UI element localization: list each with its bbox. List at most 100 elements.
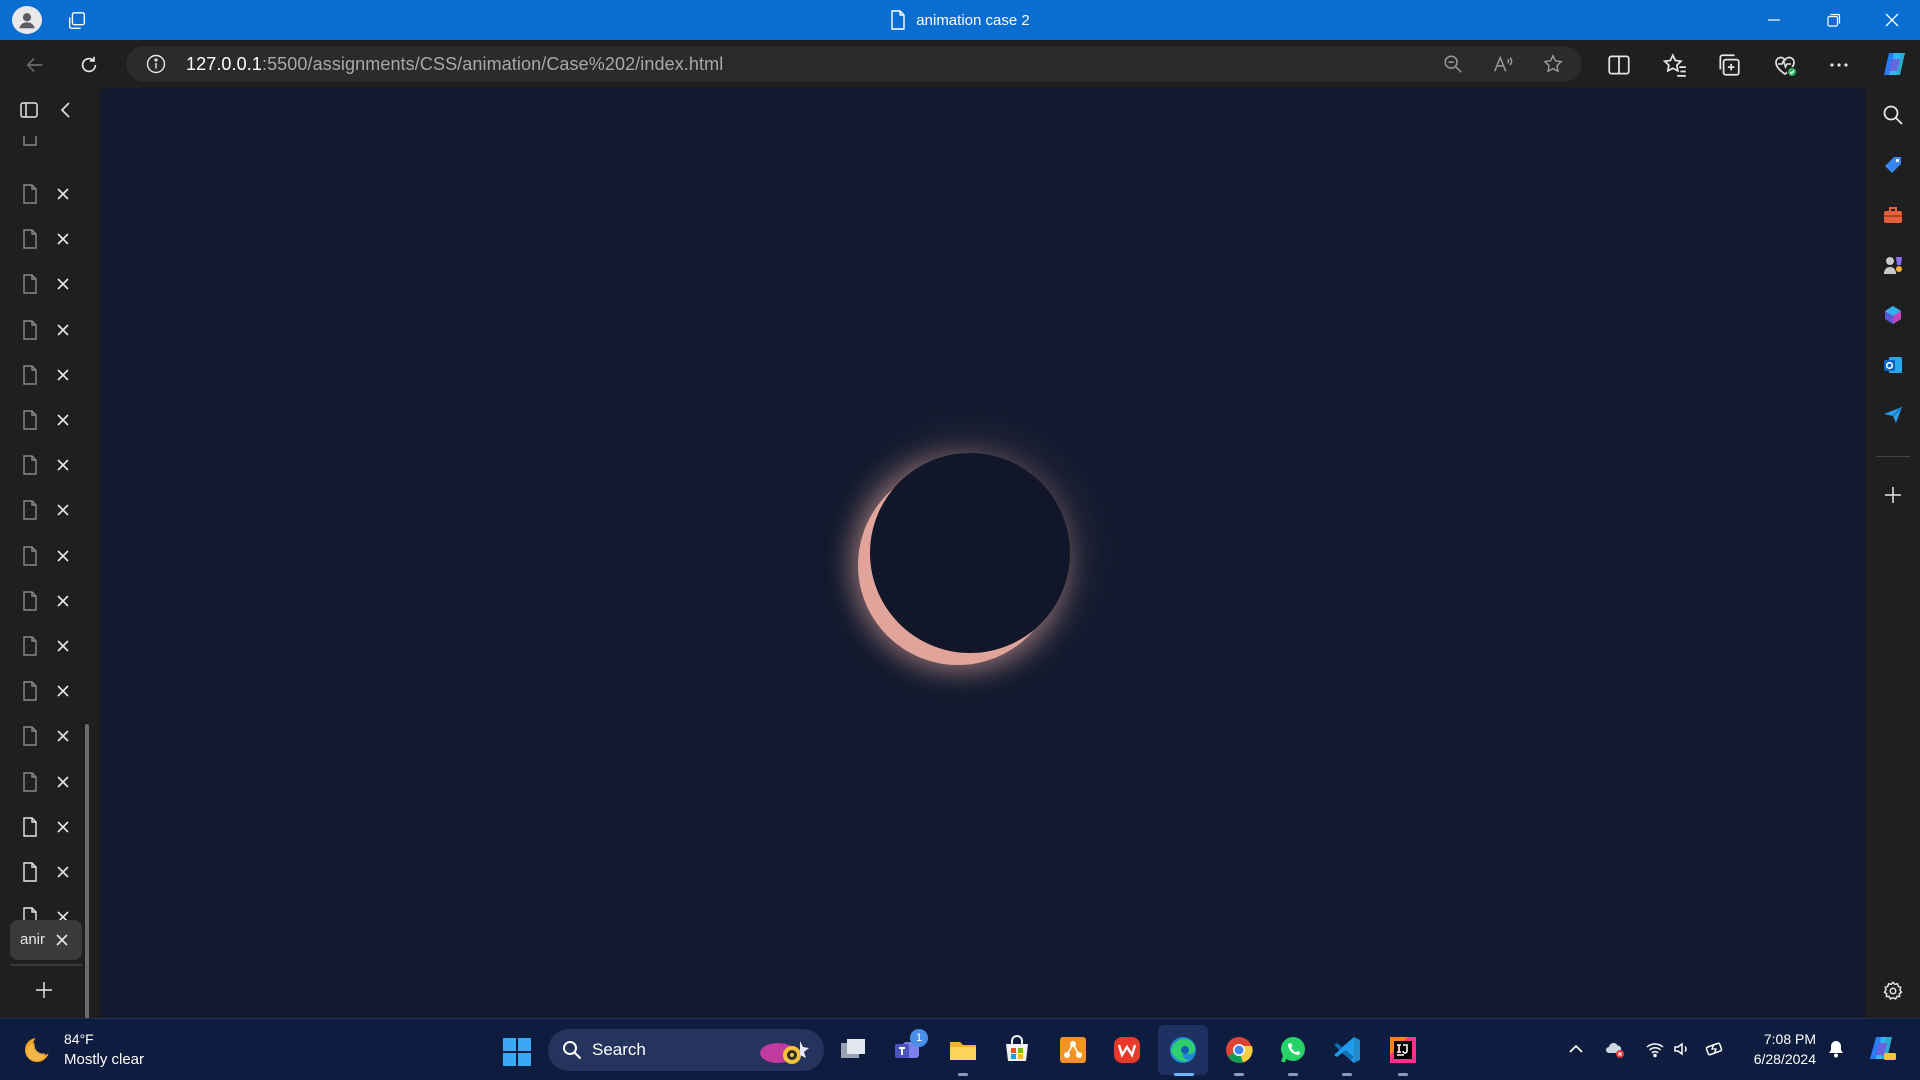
tab-row[interactable]	[12, 852, 84, 892]
close-tab-icon[interactable]	[55, 638, 71, 654]
copilot-icon[interactable]	[1880, 49, 1910, 79]
url-path: :5500/assignments/CSS/animation/Case%202…	[261, 54, 724, 74]
tab-row[interactable]	[12, 807, 84, 847]
tab-row[interactable]	[12, 400, 84, 440]
restore-button[interactable]	[1806, 0, 1862, 40]
close-tab-icon[interactable]	[55, 593, 71, 609]
search-icon[interactable]	[1882, 104, 1904, 126]
copilot-preview-icon[interactable]	[1866, 1033, 1898, 1065]
tab-row[interactable]	[12, 762, 84, 802]
volume-icon[interactable]	[1672, 1039, 1692, 1059]
intellij-app[interactable]	[1386, 1033, 1420, 1067]
url-text[interactable]: 127.0.0.1:5500/assignments/CSS/animation…	[186, 46, 723, 82]
minimize-button[interactable]	[1746, 0, 1802, 40]
whatsapp-app[interactable]	[1276, 1033, 1310, 1067]
task-view-button[interactable]	[836, 1033, 870, 1067]
close-tab-icon[interactable]	[55, 412, 71, 428]
refresh-button[interactable]	[72, 48, 106, 82]
info-icon[interactable]	[146, 54, 166, 74]
tab-actions-icon[interactable]	[19, 100, 39, 120]
active-tab[interactable]: anir	[10, 920, 82, 960]
weather-condition: Mostly clear	[64, 1051, 145, 1068]
vscode-app[interactable]	[1330, 1033, 1364, 1067]
games-icon[interactable]	[1882, 254, 1904, 276]
tab-row[interactable]	[12, 174, 84, 214]
show-hidden-icons-icon[interactable]	[1566, 1039, 1586, 1059]
more-icon[interactable]	[1826, 52, 1852, 78]
windows-taskbar: 84°F Mostly clear Search 1 7:08 PM 6/28/…	[0, 1018, 1920, 1080]
tabs-scrollbar[interactable]	[85, 724, 89, 1044]
tab-row[interactable]	[12, 536, 84, 576]
start-button[interactable]	[502, 1037, 532, 1067]
network-app[interactable]	[1056, 1033, 1090, 1067]
page-icon	[23, 636, 37, 656]
microsoft-store-app[interactable]	[1000, 1033, 1034, 1067]
search-highlight-icon	[760, 1041, 809, 1064]
search-icon	[563, 1041, 582, 1060]
microsoft-365-icon[interactable]	[1882, 304, 1904, 326]
close-tab-icon[interactable]	[55, 728, 71, 744]
running-indicator	[1342, 1073, 1352, 1076]
close-tab-icon[interactable]	[55, 186, 71, 202]
page-icon	[23, 136, 37, 146]
close-tab-icon[interactable]	[55, 774, 71, 790]
split-screen-icon[interactable]	[1606, 52, 1632, 78]
tab-row[interactable]	[12, 310, 84, 350]
close-tab-icon[interactable]	[55, 276, 71, 292]
folder-icon	[950, 1042, 976, 1060]
tab-row[interactable]	[12, 355, 84, 395]
close-tab-icon[interactable]	[54, 932, 70, 948]
address-bar[interactable]: 127.0.0.1:5500/assignments/CSS/animation…	[126, 46, 1582, 82]
chrome-app[interactable]	[1222, 1033, 1256, 1067]
read-aloud-icon[interactable]	[1492, 53, 1514, 75]
page-icon	[23, 771, 37, 792]
close-tab-icon[interactable]	[55, 548, 71, 564]
tab-row[interactable]	[12, 264, 84, 304]
shopping-icon[interactable]	[1882, 154, 1904, 176]
back-button[interactable]	[18, 48, 52, 82]
tab-row[interactable]	[12, 716, 84, 756]
tab-row[interactable]	[12, 581, 84, 621]
edge-app[interactable]	[1166, 1033, 1200, 1067]
zoom-out-icon[interactable]	[1442, 53, 1464, 75]
onedrive-error-icon[interactable]	[1605, 1039, 1625, 1059]
close-tab-icon[interactable]	[55, 367, 71, 383]
file-explorer-app[interactable]	[946, 1033, 980, 1067]
battery-icon[interactable]	[1705, 1039, 1725, 1059]
close-tab-icon[interactable]	[55, 457, 71, 473]
tab-row[interactable]	[12, 445, 84, 485]
wps-office-app[interactable]	[1110, 1033, 1144, 1067]
close-tab-icon[interactable]	[55, 683, 71, 699]
close-tab-icon[interactable]	[55, 231, 71, 247]
outlook-icon[interactable]	[1882, 354, 1904, 376]
close-tab-icon[interactable]	[55, 819, 71, 835]
add-icon[interactable]	[1882, 484, 1904, 506]
notification-bell-icon[interactable]	[1826, 1039, 1846, 1059]
tab-row-partial[interactable]	[12, 136, 84, 146]
close-tab-icon[interactable]	[55, 864, 71, 880]
wifi-icon[interactable]	[1645, 1039, 1665, 1059]
page-icon	[23, 545, 37, 566]
tab-row[interactable]	[12, 490, 84, 530]
collapse-tabs-icon[interactable]	[56, 100, 76, 120]
settings-icon[interactable]	[1882, 980, 1904, 1002]
teams-notification-badge: 1	[910, 1029, 928, 1047]
favorites-icon[interactable]	[1662, 52, 1688, 78]
page-icon	[23, 817, 37, 837]
collections-icon[interactable]	[1716, 52, 1742, 78]
new-tab-icon[interactable]	[32, 978, 56, 1002]
tab-row[interactable]	[12, 671, 84, 711]
drop-icon[interactable]	[1882, 404, 1904, 426]
refresh-icon	[81, 56, 97, 73]
tab-row[interactable]	[12, 219, 84, 259]
browser-essentials-icon[interactable]	[1772, 52, 1798, 78]
close-window-button[interactable]	[1864, 0, 1920, 40]
favorite-star-icon[interactable]	[1542, 53, 1564, 75]
tab-row[interactable]	[12, 626, 84, 666]
taskbar-search[interactable]: Search	[548, 1029, 824, 1071]
wps-icon	[1114, 1037, 1140, 1063]
close-tab-icon[interactable]	[55, 502, 71, 518]
close-tab-icon[interactable]	[55, 322, 71, 338]
system-clock[interactable]: 7:08 PM 6/28/2024	[1740, 1029, 1816, 1069]
tools-icon[interactable]	[1882, 204, 1904, 226]
